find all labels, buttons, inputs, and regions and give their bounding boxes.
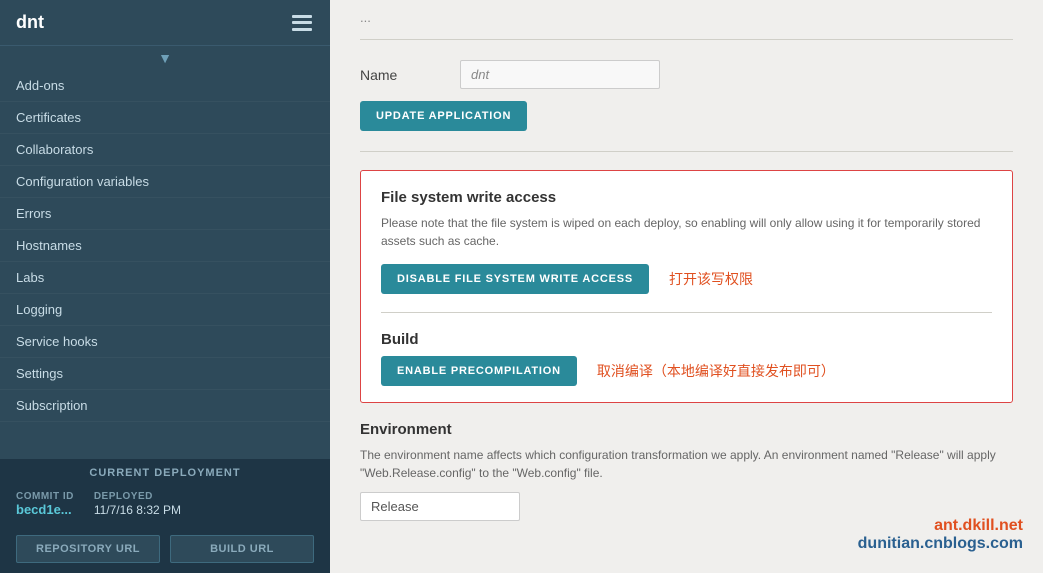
sidebar-arrow: ▼: [0, 46, 330, 70]
deployed-col: DEPLOYED 11/7/16 8:32 PM: [94, 491, 181, 517]
sidebar-item-logging[interactable]: Logging: [0, 294, 330, 326]
sidebar-item-service-hooks[interactable]: Service hooks: [0, 326, 330, 358]
sidebar-item-hostnames[interactable]: Hostnames: [0, 230, 330, 262]
build-title: Build: [381, 331, 992, 348]
deployment-info: COMMIT ID becd1e... DEPLOYED 11/7/16 8:3…: [0, 483, 330, 525]
commit-id-label: COMMIT ID: [16, 491, 74, 502]
menu-icon[interactable]: [290, 13, 314, 33]
file-system-chinese-note: 打开该写权限: [669, 269, 753, 289]
disable-file-system-button[interactable]: DISABLE FILE SYSTEM WRITE ACCESS: [381, 264, 649, 294]
commit-id-col: COMMIT ID becd1e...: [16, 491, 74, 517]
file-system-description: Please note that the file system is wipe…: [381, 214, 992, 250]
breadcrumb: ...: [360, 0, 1013, 40]
build-url-button[interactable]: BUILD URL: [170, 535, 314, 563]
name-label: Name: [360, 67, 440, 83]
update-application-button[interactable]: UPDATE APPLICATION: [360, 101, 527, 131]
file-system-section: File system write access Please note tha…: [360, 170, 1013, 403]
sidebar-item-settings[interactable]: Settings: [0, 358, 330, 390]
deployed-value: 11/7/16 8:32 PM: [94, 503, 181, 517]
environment-section: Environment The environment name affects…: [360, 421, 1013, 521]
sidebar-item-addons[interactable]: Add-ons: [0, 70, 330, 102]
deployed-label: DEPLOYED: [94, 491, 181, 502]
environment-input[interactable]: [360, 492, 520, 521]
sidebar-title: dnt: [16, 12, 44, 33]
divider-1: [360, 151, 1013, 152]
file-system-title: File system write access: [381, 189, 992, 206]
sidebar-nav: Add-ons Certificates Collaborators Confi…: [0, 70, 330, 459]
breadcrumb-text: ...: [360, 10, 371, 25]
sidebar-header: dnt: [0, 0, 330, 46]
sidebar-action-buttons: REPOSITORY URL BUILD URL: [0, 525, 330, 573]
chevron-down-icon: ▼: [158, 50, 172, 66]
build-chinese-note: 取消编译（本地编译好直接发布即可）: [597, 361, 835, 381]
main-content: ... Name UPDATE APPLICATION File system …: [330, 0, 1043, 573]
sidebar-item-certificates[interactable]: Certificates: [0, 102, 330, 134]
repository-url-button[interactable]: REPOSITORY URL: [16, 535, 160, 563]
name-input[interactable]: [460, 60, 660, 89]
sidebar-item-collaborators[interactable]: Collaborators: [0, 134, 330, 166]
name-form-row: Name: [360, 60, 1013, 89]
sidebar: dnt ▼ Add-ons Certificates Collaborators…: [0, 0, 330, 573]
sidebar-item-config-variables[interactable]: Configuration variables: [0, 166, 330, 198]
enable-precompilation-button[interactable]: ENABLE PRECOMPILATION: [381, 356, 577, 386]
build-action-row: ENABLE PRECOMPILATION 取消编译（本地编译好直接发布即可）: [381, 356, 992, 386]
current-deployment-label: CURRENT DEPLOYMENT: [0, 459, 330, 483]
divider-2: [381, 312, 992, 313]
sidebar-item-labs[interactable]: Labs: [0, 262, 330, 294]
file-system-action-row: DISABLE FILE SYSTEM WRITE ACCESS 打开该写权限: [381, 264, 992, 294]
update-application-section: Name UPDATE APPLICATION: [360, 60, 1013, 131]
sidebar-item-subscription[interactable]: Subscription: [0, 390, 330, 422]
environment-title: Environment: [360, 421, 1013, 438]
environment-description: The environment name affects which confi…: [360, 446, 1013, 482]
commit-id-value: becd1e...: [16, 502, 72, 517]
sidebar-item-errors[interactable]: Errors: [0, 198, 330, 230]
